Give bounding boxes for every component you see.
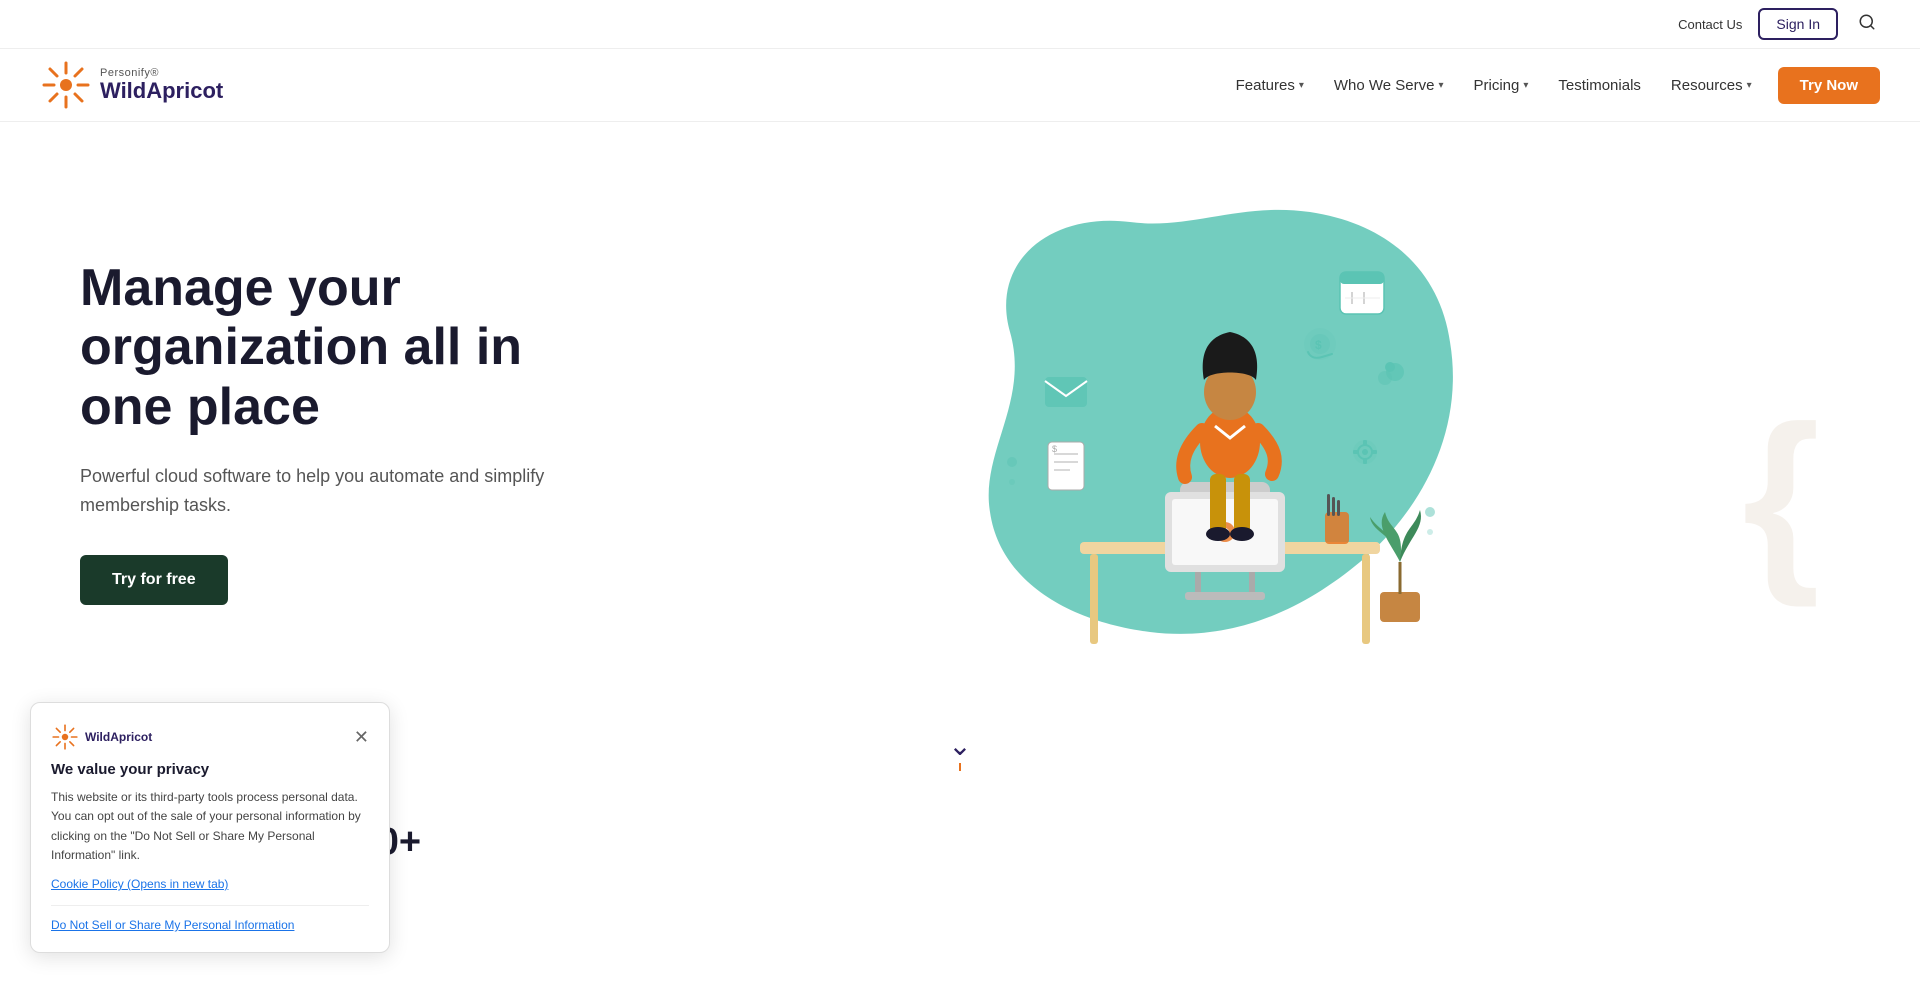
cookie-logo: WildApricot bbox=[51, 723, 152, 751]
cookie-header: WildApricot ✕ bbox=[51, 723, 369, 751]
hero-content: Manage your organization all in one plac… bbox=[80, 259, 580, 606]
hero-blob: $ $ bbox=[930, 182, 1490, 682]
nav-features[interactable]: Features ▾ bbox=[1224, 69, 1316, 102]
contact-us-link[interactable]: Contact Us bbox=[1678, 17, 1742, 32]
cookie-body-text: This website or its third-party tools pr… bbox=[51, 788, 369, 865]
nav-who-we-serve[interactable]: Who We Serve ▾ bbox=[1322, 69, 1456, 102]
logo-link[interactable]: Personify® WildApricot bbox=[40, 59, 223, 111]
logo-wildapricot: WildApricot bbox=[100, 79, 223, 103]
search-icon bbox=[1858, 13, 1876, 31]
features-chevron-icon: ▾ bbox=[1299, 80, 1304, 91]
svg-text:$: $ bbox=[1052, 444, 1057, 454]
try-now-button[interactable]: Try Now bbox=[1778, 67, 1880, 104]
who-we-serve-chevron-icon: ▾ bbox=[1438, 80, 1443, 91]
nav-resources[interactable]: Resources ▾ bbox=[1659, 69, 1764, 102]
nav-testimonials[interactable]: Testimonials bbox=[1546, 69, 1653, 102]
scroll-line bbox=[959, 763, 961, 771]
cookie-banner: WildApricot ✕ We value your privacy This… bbox=[30, 702, 390, 953]
cookie-do-not-sell-link[interactable]: Do Not Sell or Share My Personal Informa… bbox=[51, 905, 369, 932]
blob-container: $ $ bbox=[930, 182, 1490, 682]
main-nav: Personify® WildApricot Features ▾ Who We… bbox=[0, 49, 1920, 122]
hero-illustration: $ $ bbox=[580, 182, 1840, 682]
resources-chevron-icon: ▾ bbox=[1747, 80, 1752, 91]
sign-in-button[interactable]: Sign In bbox=[1758, 8, 1838, 40]
cookie-logo-icon bbox=[51, 723, 79, 751]
logo-text: Personify® WildApricot bbox=[100, 67, 223, 103]
top-bar: Contact Us Sign In bbox=[0, 0, 1920, 49]
cookie-logo-text: WildApricot bbox=[85, 730, 152, 744]
scroll-chevron-icon: ⌄ bbox=[948, 732, 971, 760]
logo-icon bbox=[40, 59, 92, 111]
hero-title: Manage your organization all in one plac… bbox=[80, 259, 580, 438]
cookie-close-button[interactable]: ✕ bbox=[354, 728, 369, 746]
hero-subtitle: Powerful cloud software to help you auto… bbox=[80, 462, 580, 520]
hero-cta-button[interactable]: Try for free bbox=[80, 555, 228, 605]
cookie-policy-link[interactable]: Cookie Policy (Opens in new tab) bbox=[51, 877, 369, 891]
nav-pricing[interactable]: Pricing ▾ bbox=[1461, 69, 1540, 102]
cookie-title: We value your privacy bbox=[51, 761, 369, 778]
hero-section: Manage your organization all in one plac… bbox=[0, 122, 1920, 722]
svg-text:$: $ bbox=[1315, 338, 1322, 352]
decorative-element: { bbox=[1742, 382, 1820, 612]
nav-links: Features ▾ Who We Serve ▾ Pricing ▾ Test… bbox=[1224, 67, 1880, 104]
pricing-chevron-icon: ▾ bbox=[1523, 80, 1528, 91]
search-icon-button[interactable] bbox=[1854, 9, 1880, 40]
